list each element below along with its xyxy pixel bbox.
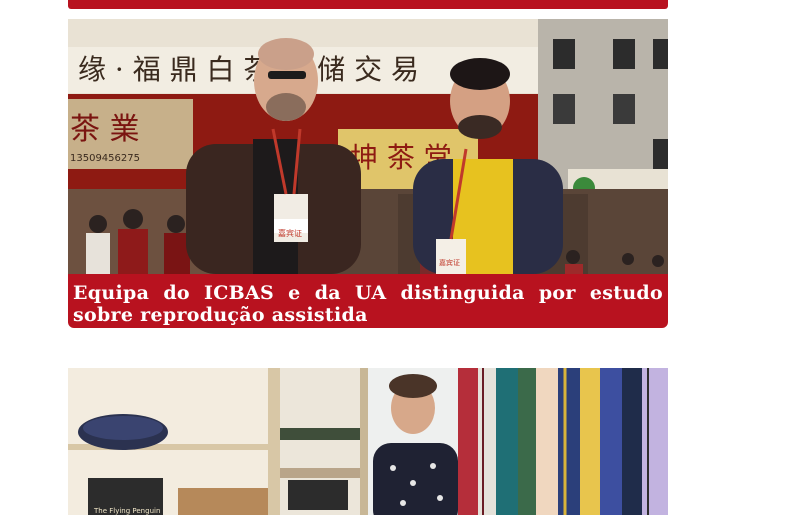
sign-shop-left: 茶 業 (70, 112, 140, 147)
news-card[interactable]: 缘 · 福 鼎 白 茶 仓 储 交 易 茶 業 13509456275 坤 茶 … (68, 19, 668, 328)
street-scene-photo: 缘 · 福 鼎 白 茶 仓 储 交 易 茶 業 13509456275 坤 茶 … (68, 19, 668, 274)
box-label: The Flying Penguin (93, 507, 160, 515)
news-card-headline[interactable]: Equipa do ICBAS e da UA distinguida por … (73, 282, 663, 326)
news-card-image[interactable]: The Flying Penguin (68, 368, 668, 515)
sign-banner-top: 缘 · 福 鼎 白 茶 仓 储 交 易 (78, 53, 419, 86)
guest-badge-left: 嘉宾证 (278, 228, 302, 238)
previous-article-caption-strip[interactable] (68, 0, 668, 9)
news-card-image[interactable]: 缘 · 福 鼎 白 茶 仓 储 交 易 茶 業 13509456275 坤 茶 … (68, 19, 668, 274)
news-card[interactable]: The Flying Penguin (68, 368, 668, 515)
clothing-store-photo: The Flying Penguin (68, 368, 668, 515)
news-card-caption[interactable]: Equipa do ICBAS e da UA distinguida por … (68, 274, 668, 328)
guest-badge-right: 嘉宾证 (439, 258, 460, 267)
sign-phone: 13509456275 (70, 153, 140, 164)
